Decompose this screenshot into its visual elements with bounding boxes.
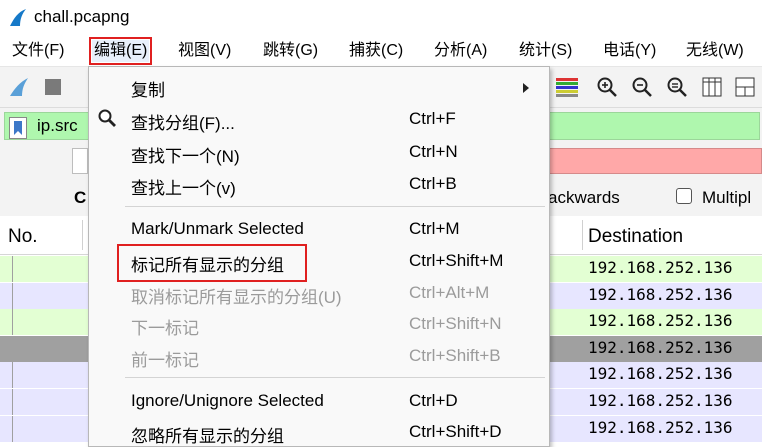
menu-item-find-previous[interactable]: 查找上一个(v) Ctrl+B bbox=[89, 169, 549, 199]
annotation-highlight-box bbox=[117, 244, 307, 282]
menu-telephony[interactable]: 电话(Y) bbox=[601, 40, 658, 62]
multiple-occurrences-label: Multipl bbox=[702, 188, 752, 207]
menu-item-label: 忽略所有显示的分组 bbox=[131, 427, 284, 446]
multiple-occurrences-checkbox[interactable] bbox=[676, 188, 692, 204]
colorize-icon[interactable] bbox=[554, 74, 580, 100]
menu-item-shortcut: Ctrl+Alt+M bbox=[409, 283, 490, 302]
destination-cell: 192.168.252.136 bbox=[588, 337, 733, 357]
menu-item-shortcut: Ctrl+F bbox=[409, 109, 456, 128]
menu-wireless[interactable]: 无线(W) bbox=[684, 40, 746, 62]
menu-item-copy[interactable]: 复制 bbox=[89, 71, 549, 101]
related-packet-line bbox=[12, 389, 13, 415]
menu-view[interactable]: 视图(V) bbox=[176, 40, 233, 62]
zoom-out-icon[interactable] bbox=[629, 74, 655, 100]
menu-go[interactable]: 跳转(G) bbox=[261, 40, 320, 62]
display-filter-text: ip.src bbox=[37, 116, 78, 135]
related-packet-line bbox=[12, 415, 13, 442]
menu-item-label: 查找上一个(v) bbox=[131, 179, 236, 198]
submenu-arrow-icon bbox=[523, 83, 529, 93]
menu-item-label: 下一标记 bbox=[131, 319, 199, 338]
menu-item-label: 前一标记 bbox=[131, 351, 199, 370]
menu-separator bbox=[125, 377, 545, 378]
related-packet-line bbox=[12, 362, 13, 389]
menu-item-label: 查找下一个(N) bbox=[131, 147, 240, 166]
menu-item-ignore-unignore[interactable]: Ignore/Unignore Selected Ctrl+D bbox=[89, 386, 549, 416]
menu-item-shortcut: Ctrl+Shift+M bbox=[409, 251, 504, 270]
stop-capture-icon[interactable] bbox=[40, 74, 66, 100]
menu-item-find-next[interactable]: 查找下一个(N) Ctrl+N bbox=[89, 137, 549, 167]
destination-cell: 192.168.252.136 bbox=[588, 364, 733, 384]
menu-item-shortcut: Ctrl+M bbox=[409, 219, 460, 238]
menu-item-label: 复制 bbox=[131, 81, 165, 100]
destination-cell: 192.168.252.136 bbox=[588, 417, 733, 437]
related-packet-line bbox=[12, 335, 13, 362]
window-title: chall.pcapng bbox=[34, 7, 130, 26]
menu-item-next-mark[interactable]: 下一标记 Ctrl+Shift+N bbox=[89, 309, 549, 339]
column-divider[interactable] bbox=[82, 220, 83, 250]
menu-item-label: Ignore/Unignore Selected bbox=[131, 391, 324, 410]
menu-item-shortcut: Ctrl+N bbox=[409, 142, 458, 161]
menu-item-shortcut: Ctrl+Shift+D bbox=[409, 422, 502, 441]
destination-cell: 192.168.252.136 bbox=[588, 311, 733, 331]
column-header-destination[interactable]: Destination bbox=[588, 226, 683, 248]
menu-item-label: 查找分组(F)... bbox=[131, 114, 235, 133]
start-capture-icon[interactable] bbox=[6, 74, 32, 100]
menu-item-find-packet[interactable]: 查找分组(F)... Ctrl+F bbox=[89, 104, 549, 134]
bookmark-icon[interactable] bbox=[9, 117, 27, 139]
destination-cell: 192.168.252.136 bbox=[588, 391, 733, 410]
menu-item-shortcut: Ctrl+B bbox=[409, 174, 457, 193]
menu-analyze[interactable]: 分析(A) bbox=[432, 40, 489, 62]
backwards-label[interactable]: ackwards bbox=[548, 188, 620, 208]
resize-columns-icon[interactable] bbox=[699, 74, 725, 100]
menu-statistics[interactable]: 统计(S) bbox=[517, 40, 574, 62]
edit-menu-dropdown: 复制 查找分组(F)... Ctrl+F 查找下一个(N) Ctrl+N 查找上… bbox=[88, 66, 550, 447]
menu-item-previous-mark[interactable]: 前一标记 Ctrl+Shift+B bbox=[89, 341, 549, 371]
title-bar: chall.pcapng bbox=[0, 0, 762, 36]
char-width-label: C bbox=[74, 188, 87, 207]
magnifier-icon bbox=[97, 108, 117, 133]
menu-item-shortcut: Ctrl+Shift+B bbox=[409, 346, 501, 365]
menu-item-shortcut: Ctrl+D bbox=[409, 391, 458, 410]
menu-bar: 文件(F) 编辑(E) 视图(V) 跳转(G) 捕获(C) 分析(A) 统计(S… bbox=[0, 36, 762, 67]
menu-edit[interactable]: 编辑(E) bbox=[88, 37, 153, 65]
menu-file[interactable]: 文件(F) bbox=[10, 40, 66, 62]
column-header-no[interactable]: No. bbox=[8, 226, 38, 248]
zoom-reset-icon[interactable] bbox=[664, 74, 690, 100]
menu-item-shortcut: Ctrl+Shift+N bbox=[409, 314, 502, 333]
zoom-in-icon[interactable] bbox=[594, 74, 620, 100]
search-input[interactable] bbox=[546, 148, 762, 174]
menu-item-label: 取消标记所有显示的分组(U) bbox=[131, 288, 342, 307]
destination-cell: 192.168.252.136 bbox=[588, 284, 733, 304]
related-packet-line bbox=[12, 309, 13, 336]
menu-item-mark-unmark[interactable]: Mark/Unmark Selected Ctrl+M bbox=[89, 214, 549, 244]
menu-item-ignore-all-displayed[interactable]: 忽略所有显示的分组 Ctrl+Shift+D bbox=[89, 417, 549, 447]
related-packet-line bbox=[12, 256, 13, 282]
search-target-select[interactable] bbox=[72, 148, 88, 174]
layout-icon[interactable] bbox=[732, 74, 758, 100]
destination-cell: 192.168.252.136 bbox=[588, 258, 733, 277]
menu-separator bbox=[125, 206, 545, 207]
menu-capture[interactable]: 捕获(C) bbox=[347, 40, 405, 62]
related-packet-line bbox=[12, 282, 13, 309]
menu-item-label: Mark/Unmark Selected bbox=[131, 219, 304, 238]
column-divider[interactable] bbox=[582, 220, 583, 250]
wireshark-fin-icon bbox=[8, 8, 28, 28]
menu-item-unmark-all-displayed[interactable]: 取消标记所有显示的分组(U) Ctrl+Alt+M bbox=[89, 278, 549, 308]
